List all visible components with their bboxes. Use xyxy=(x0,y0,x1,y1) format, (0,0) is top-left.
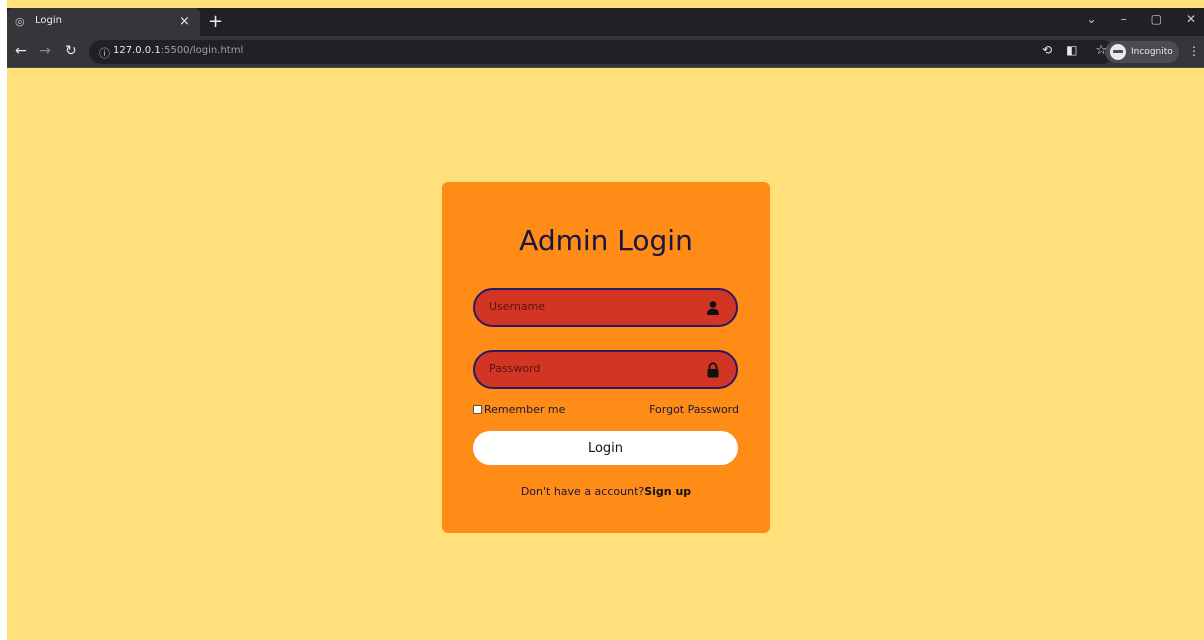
password-field[interactable] xyxy=(473,350,738,389)
forgot-password-link[interactable]: Forgot Password xyxy=(649,403,739,416)
browser-window: ◎ Login × + ⌄ – ▢ ✕ ← → ↻ ⓘ 127.0.0.1:55… xyxy=(0,0,1204,640)
tab-login[interactable]: ◎ Login × xyxy=(7,8,200,36)
remember-label: Remember me xyxy=(484,403,566,416)
login-card: Admin Login Remember me Forgot Pas xyxy=(442,182,770,533)
tab-close-icon[interactable]: × xyxy=(179,14,190,29)
lock-icon xyxy=(707,362,719,378)
window-edge xyxy=(0,0,7,640)
globe-icon: ◎ xyxy=(15,15,25,28)
remember-me[interactable]: Remember me xyxy=(473,403,565,416)
login-button[interactable]: Login xyxy=(473,431,738,465)
toolbar-icons: ⟲ ◧ xyxy=(1042,43,1077,57)
incognito-badge[interactable]: Incognito xyxy=(1105,41,1179,63)
tab-bar: ◎ Login × + ⌄ – ▢ ✕ xyxy=(7,8,1204,36)
forward-arrow-icon[interactable]: → xyxy=(39,43,51,59)
username-field[interactable] xyxy=(473,288,738,327)
incognito-label: Incognito xyxy=(1131,47,1173,57)
close-window-icon[interactable]: ✕ xyxy=(1186,12,1196,26)
signup-prompt: Don't have a account? xyxy=(520,485,645,498)
restore-icon[interactable]: ▢ xyxy=(1151,12,1162,26)
remember-checkbox[interactable] xyxy=(473,405,482,414)
omnibox[interactable]: ⓘ 127.0.0.1:5500/login.html ☆ xyxy=(89,40,1114,64)
page-content: Admin Login Remember me Forgot Pas xyxy=(7,69,1204,640)
kebab-menu-icon[interactable]: ⋮ xyxy=(1188,44,1200,58)
signup-link[interactable]: Sign up xyxy=(644,485,691,498)
new-tab-button[interactable]: + xyxy=(208,11,223,32)
minimize-icon[interactable]: – xyxy=(1121,12,1127,26)
page-title: Admin Login xyxy=(519,224,693,257)
back-arrow-icon[interactable]: ← xyxy=(15,43,27,59)
side-panel-icon[interactable]: ◧ xyxy=(1066,43,1077,57)
site-info-icon[interactable]: ⓘ xyxy=(99,45,110,61)
url-text[interactable]: 127.0.0.1:5500/login.html xyxy=(113,45,243,56)
extensions-icon[interactable]: ⟲ xyxy=(1042,43,1052,57)
window-controls: ⌄ – ▢ ✕ xyxy=(1087,12,1196,26)
address-bar: ← → ↻ ⓘ 127.0.0.1:5500/login.html ☆ ⟲ ◧ … xyxy=(7,36,1204,68)
reload-icon[interactable]: ↻ xyxy=(65,43,77,59)
password-input[interactable] xyxy=(489,362,689,375)
incognito-icon xyxy=(1110,44,1126,60)
tab-search-icon[interactable]: ⌄ xyxy=(1087,12,1097,26)
signup-row: Don't have a account?Sign up xyxy=(442,485,770,498)
user-icon xyxy=(707,301,719,315)
username-input[interactable] xyxy=(489,300,689,313)
tab-title: Login xyxy=(35,15,62,26)
